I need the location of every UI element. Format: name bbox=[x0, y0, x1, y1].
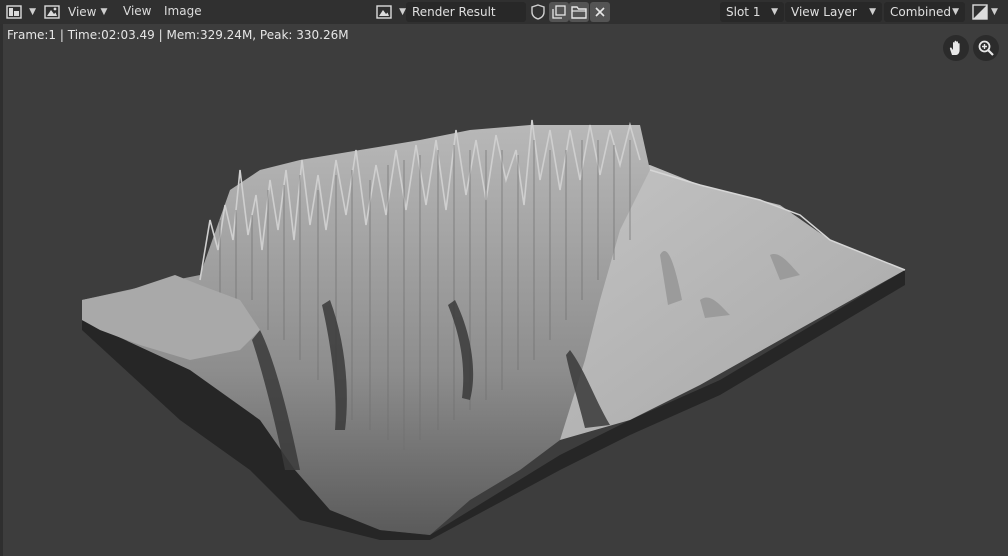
view-layer-label: View Layer bbox=[791, 5, 857, 19]
terrain-crevices bbox=[252, 300, 610, 470]
folder-icon bbox=[571, 6, 587, 19]
chevron-down-icon: ▼ bbox=[771, 7, 778, 17]
image-name-label: Render Result bbox=[412, 5, 496, 19]
terrain-front-cliff bbox=[82, 270, 905, 540]
chevron-down-icon: ▼ bbox=[100, 7, 108, 17]
chevron-down-icon: ▼ bbox=[869, 7, 876, 17]
image-name-field[interactable]: Render Result bbox=[406, 2, 526, 22]
terrain-left-shelf bbox=[82, 275, 260, 360]
slot-label: Slot 1 bbox=[726, 5, 761, 19]
image-browse-button[interactable]: ▼ bbox=[376, 2, 406, 22]
render-pass-dropdown[interactable]: Combined ▼ bbox=[884, 2, 965, 22]
render-stats: Frame:1 | Time:02:03.49 | Mem:329.24M, P… bbox=[7, 28, 349, 42]
terrain-spire-texture bbox=[219, 140, 631, 450]
view-mode-label: View bbox=[68, 5, 97, 19]
editor-type-button[interactable]: ▼ bbox=[6, 2, 36, 22]
render-pass-label: Combined bbox=[890, 5, 951, 19]
menu-image[interactable]: Image bbox=[164, 4, 202, 18]
display-channels-button[interactable]: ▼ bbox=[972, 2, 1004, 22]
image-browse-icon bbox=[376, 5, 392, 19]
hand-icon bbox=[949, 40, 960, 55]
chevron-down-icon: ▼ bbox=[952, 7, 959, 17]
view-layer-dropdown[interactable]: View Layer ▼ bbox=[785, 2, 882, 22]
terrain-plateau-bumps bbox=[660, 251, 800, 318]
chevron-down-icon: ▼ bbox=[29, 7, 36, 17]
slot-dropdown[interactable]: Slot 1 ▼ bbox=[720, 2, 784, 22]
region-edge bbox=[0, 24, 3, 556]
view-mode-icon bbox=[44, 5, 60, 19]
terrain-plateau bbox=[520, 165, 905, 440]
menu-view[interactable]: View bbox=[123, 4, 151, 18]
open-image-button[interactable] bbox=[569, 2, 589, 22]
fake-user-button[interactable] bbox=[528, 2, 548, 22]
chevron-down-icon: ▼ bbox=[399, 7, 406, 17]
new-image-button[interactable] bbox=[549, 2, 569, 22]
display-channels-icon bbox=[972, 4, 988, 20]
image-editor-icon bbox=[6, 5, 22, 19]
zoom-icon bbox=[978, 40, 994, 56]
terrain-body bbox=[82, 125, 650, 535]
duplicate-icon bbox=[552, 5, 566, 19]
terrain-plateau-edge bbox=[649, 169, 906, 271]
chevron-down-icon: ▼ bbox=[991, 7, 998, 17]
terrain-ridge bbox=[199, 119, 641, 281]
zoom-button[interactable] bbox=[973, 35, 999, 61]
pan-button[interactable] bbox=[943, 35, 969, 61]
render-result-image bbox=[82, 119, 906, 540]
view-mode-dropdown[interactable]: View ▼ bbox=[44, 2, 110, 22]
shield-icon bbox=[531, 4, 545, 20]
close-image-button[interactable] bbox=[590, 2, 610, 22]
image-editor-header: ▼ View ▼ View Image ▼ Render Result Slot… bbox=[0, 0, 1008, 24]
close-icon bbox=[595, 7, 605, 17]
